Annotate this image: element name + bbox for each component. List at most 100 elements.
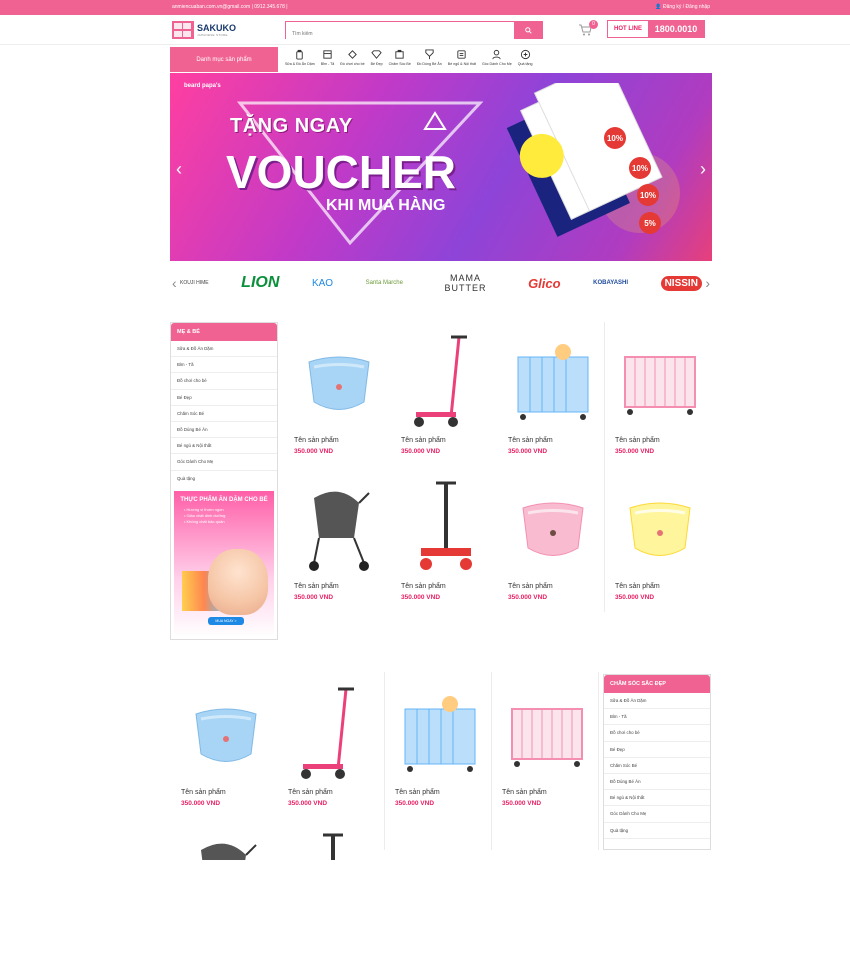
product-name[interactable]: Tên sản phẩm [294, 583, 339, 590]
product-name[interactable]: Tên sản phẩm [502, 789, 547, 796]
promo-buy-button[interactable]: MUA NGAY > [208, 616, 244, 625]
product-price: 350.000 VND [395, 800, 435, 807]
email-text[interactable]: anmiencuaban.com.vn@gmail.com [172, 4, 250, 10]
banner-prev-arrow[interactable]: ‹ [176, 159, 182, 180]
sidebar-item[interactable]: Bỉm - Tã [171, 357, 277, 374]
product-card[interactable]: Tên sản phẩm 350.000 VND [605, 468, 712, 614]
sidebar-item[interactable]: Góc Dành Cho Mẹ [604, 806, 710, 823]
brand-santa-marche[interactable]: Santa Marche [366, 280, 403, 286]
search-button[interactable] [514, 22, 542, 38]
product-card[interactable]: Tên sản phẩm 350.000 VND [492, 674, 599, 820]
nav-item-gift[interactable]: Quà tặng [515, 49, 536, 71]
product-price: 350.000 VND [508, 594, 548, 601]
brand-lion[interactable]: LION [241, 274, 279, 292]
nav-item-mom[interactable]: Góc Dành Cho Mẹ [479, 49, 515, 71]
product-name[interactable]: Tên sản phẩm [508, 437, 553, 444]
product-name[interactable]: Tên sản phẩm [395, 789, 440, 796]
brand-nissin[interactable]: NISSIN [660, 275, 702, 291]
product-image[interactable] [508, 478, 598, 578]
brand-mama-butter[interactable]: MAMA BUTTER [436, 273, 496, 293]
sidebar-item[interactable]: Sữa & Đồ Ăn Dặm [171, 341, 277, 358]
sidebar-item[interactable]: Quà tặng [171, 471, 277, 487]
product-name[interactable]: Tên sản phẩm [615, 437, 660, 444]
product-name[interactable]: Tên sản phẩm [294, 437, 339, 444]
auth-link[interactable]: 👤 Đăng ký / Đăng nhập [655, 4, 710, 10]
sidebar-item[interactable]: Bỉm - Tã [604, 709, 710, 726]
product-card[interactable] [171, 820, 278, 966]
cart-button[interactable]: 0 [578, 20, 598, 39]
product-card[interactable]: Tên sản phẩm 350.000 VND [391, 468, 498, 614]
search-input[interactable] [286, 26, 514, 42]
product-price: 350.000 VND [615, 448, 655, 455]
product-image[interactable] [401, 478, 491, 578]
nav-item-milk[interactable]: Sữa & Đồ Ăn Dặm [282, 49, 318, 71]
search-box [285, 21, 543, 42]
product-image[interactable] [288, 830, 378, 860]
sidebar-item[interactable]: Bé ngủ & Nội thất [171, 438, 277, 455]
product-image[interactable] [181, 684, 271, 784]
product-card[interactable]: Tên sản phẩm 350.000 VND [498, 322, 605, 468]
product-name[interactable]: Tên sản phẩm [615, 583, 660, 590]
product-image[interactable] [288, 684, 378, 784]
brand-kao[interactable]: KAO [312, 278, 333, 289]
product-image[interactable] [294, 332, 384, 432]
nav-item-toys[interactable]: Đồ chơi cho bé [337, 49, 367, 71]
brand-next-arrow[interactable]: › [705, 275, 710, 291]
voucher-cards: 10% 10% 10% 5% [506, 83, 663, 237]
product-image[interactable] [401, 332, 491, 432]
nav-item-beauty[interactable]: Bé Đẹp [368, 49, 386, 71]
brand-kobayashi[interactable]: KOBAYASHI [593, 280, 628, 286]
hotline[interactable]: HOT LINE 1800.0010 [607, 20, 705, 38]
product-card[interactable]: Tên sản phẩm 350.000 VND [278, 674, 385, 820]
product-image[interactable] [615, 478, 705, 578]
sidebar-item[interactable]: Đồ chơi cho bé [604, 725, 710, 742]
sidebar-item[interactable]: Bé Đẹp [604, 742, 710, 758]
product-image[interactable] [502, 684, 592, 784]
nav-item-care[interactable]: Chăm Sóc Bé [386, 49, 414, 71]
phone-text[interactable]: 0912.345.678 [254, 4, 285, 10]
sidebar-item[interactable]: Sữa & Đồ Ăn Dặm [604, 693, 710, 710]
product-image[interactable] [294, 478, 384, 578]
product-image[interactable] [508, 332, 598, 432]
sidebar-item[interactable]: Đồ Dùng Bé Ăn [171, 422, 277, 439]
product-name[interactable]: Tên sản phẩm [181, 789, 226, 796]
product-card[interactable]: Tên sản phẩm 350.000 VND [171, 674, 278, 820]
logo[interactable]: SAKUKO JAPANESE STORE [172, 20, 242, 40]
sidebar-item[interactable]: Chăm Sóc Bé [604, 758, 710, 774]
product-image[interactable] [395, 684, 485, 784]
sidebar-item[interactable]: Đồ Dùng Bé Ăn [604, 774, 710, 791]
product-image[interactable] [181, 830, 271, 860]
sidebar-item[interactable]: Đồ chơi cho bé [171, 373, 277, 390]
product-card[interactable]: Tên sản phẩm 350.000 VND [391, 322, 498, 468]
brand-kouji-hime[interactable]: KOUJI HIME [180, 280, 209, 286]
product-name[interactable]: Tên sản phẩm [401, 437, 446, 444]
category-menu-button[interactable]: Danh mục sản phẩm [170, 47, 278, 72]
product-name[interactable]: Tên sản phẩm [288, 789, 333, 796]
hotline-number[interactable]: 1800.0010 [648, 21, 704, 37]
voucher-3: 10% [640, 191, 656, 200]
banner-next-arrow[interactable]: › [700, 159, 706, 180]
hero-banner[interactable]: beard papa's TẶNG NGAY VOUCHER KHI MUA H… [170, 73, 712, 261]
category-sidebar-mom-baby: MẸ & BÉ Sữa & Đồ Ăn Dặm Bỉm - Tã Đồ chơi… [170, 322, 278, 640]
sidebar-item[interactable]: Quà tặng [604, 823, 710, 839]
nav-item-diaper[interactable]: Bỉm - Tã [318, 49, 338, 71]
promo-banner-baby-food[interactable]: THỰC PHẨM ĂN DẶM CHO BÉ • Hương vị thơm … [174, 490, 274, 637]
brand-prev-arrow[interactable]: ‹ [172, 275, 177, 291]
sidebar-item[interactable]: Góc Dành Cho Mẹ [171, 454, 277, 471]
product-card[interactable]: Tên sản phẩm 350.000 VND [498, 468, 605, 614]
brand-glico[interactable]: Glico [528, 276, 561, 291]
sidebar-item[interactable]: Chăm Sóc Bé [171, 406, 277, 422]
product-name[interactable]: Tên sản phẩm [508, 583, 553, 590]
nav-item-dishes[interactable]: Đồ Dùng Bé Ăn [414, 49, 445, 71]
sidebar-item[interactable]: Bé ngủ & Nội thất [604, 790, 710, 807]
product-card[interactable] [278, 820, 385, 966]
product-card[interactable]: Tên sản phẩm 350.000 VND [385, 674, 492, 820]
nav-item-furniture[interactable]: Bé ngủ & Nội thất [445, 49, 479, 71]
auth-text[interactable]: Đăng ký / Đăng nhập [663, 4, 710, 10]
product-name[interactable]: Tên sản phẩm [401, 583, 446, 590]
product-card[interactable]: Tên sản phẩm 350.000 VND [605, 322, 712, 468]
product-image[interactable] [615, 332, 705, 432]
sidebar-item[interactable]: Bé Đẹp [171, 390, 277, 406]
product-card[interactable]: Tên sản phẩm 350.000 VND [284, 322, 391, 468]
product-card[interactable]: Tên sản phẩm 350.000 VND [284, 468, 391, 614]
